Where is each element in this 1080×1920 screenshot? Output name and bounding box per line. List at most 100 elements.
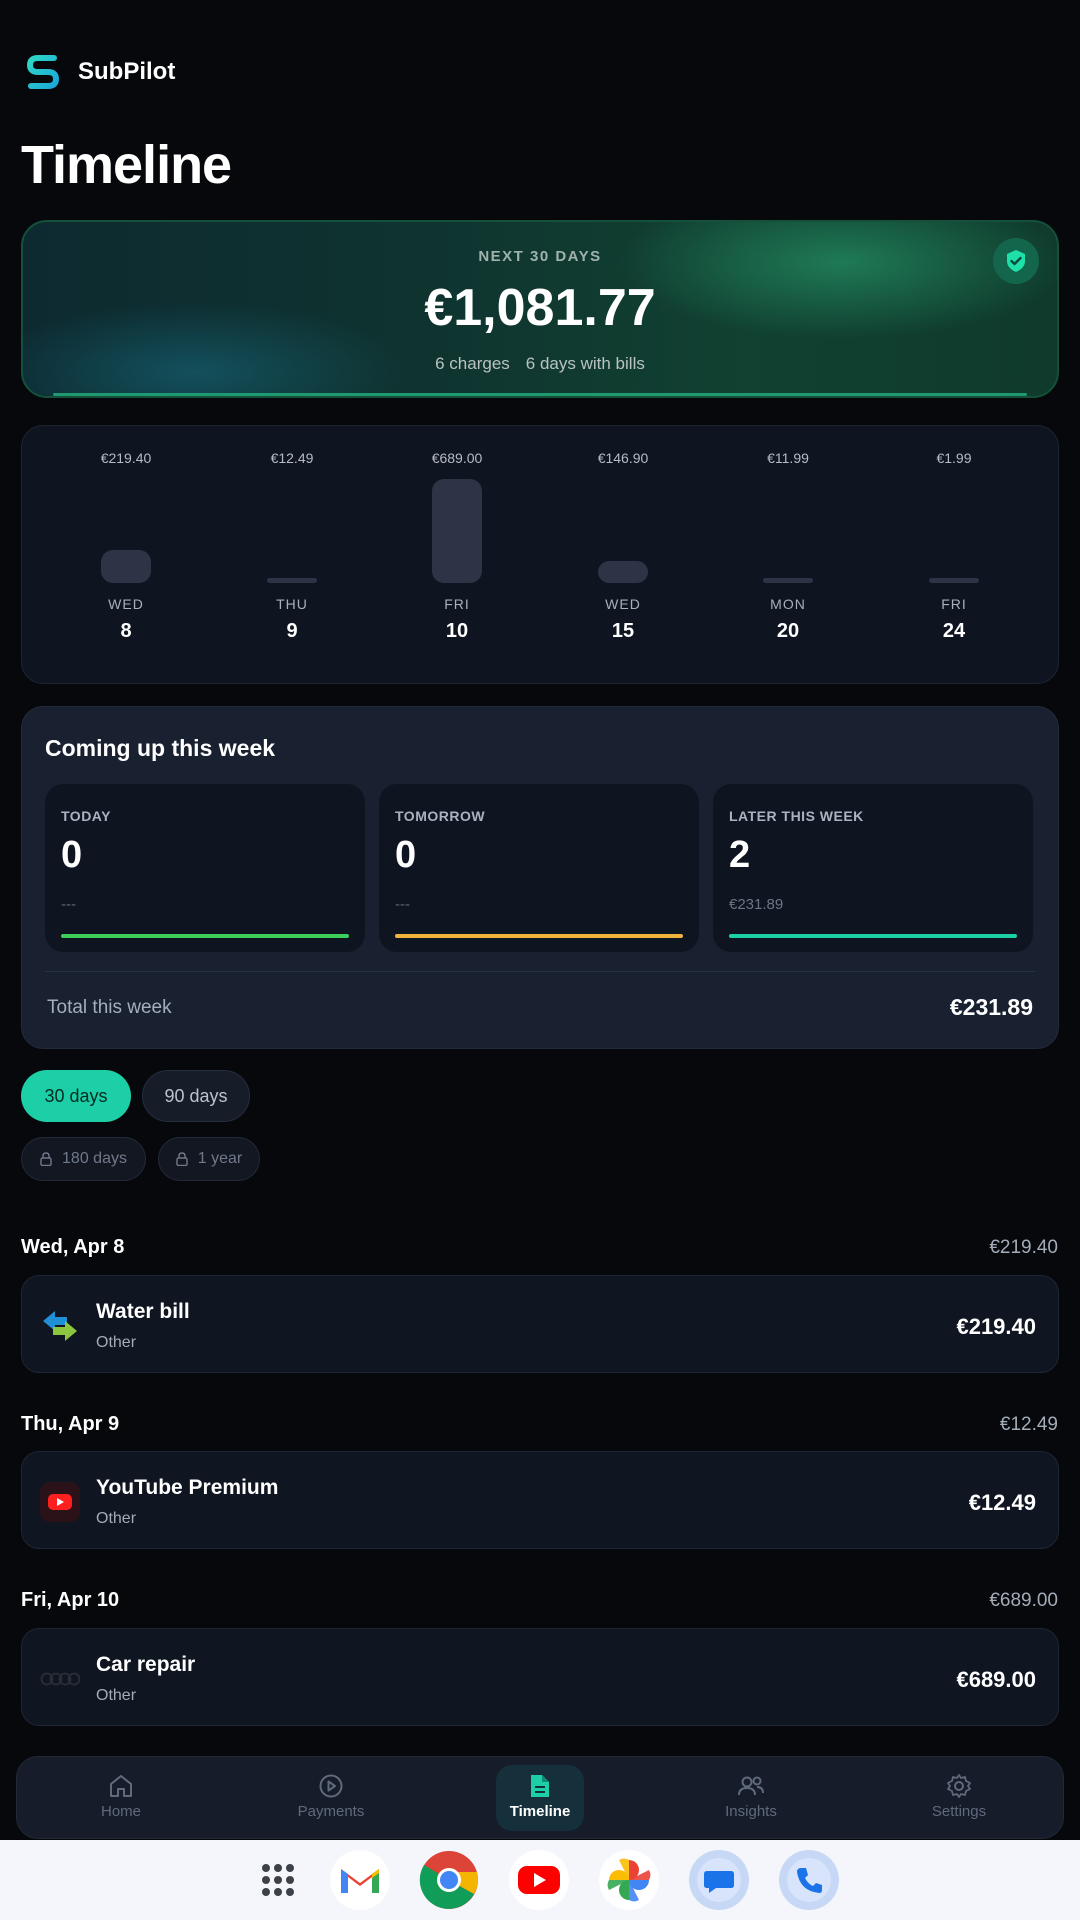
users-icon: [738, 1776, 764, 1796]
tomorrow-card[interactable]: TOMORROW 0 ---: [379, 784, 699, 952]
coming-up-this-week-card: Coming up this week TODAY 0 --- TOMORROW…: [21, 706, 1059, 1049]
chart-bar: [929, 578, 979, 583]
apps-grid-icon[interactable]: [248, 1850, 308, 1910]
summary-amount: €1,081.77: [424, 279, 656, 337]
bar-date: 9: [286, 620, 298, 642]
nav-timeline[interactable]: Timeline: [496, 1765, 584, 1831]
youtube-icon[interactable]: [509, 1850, 569, 1910]
bar-weekday: FRI: [941, 596, 967, 612]
charge-item-water-bill[interactable]: Water bill Other €219.40: [21, 1275, 1059, 1373]
water-bill-icon: [40, 1306, 80, 1346]
charge-category: Other: [96, 1510, 137, 1527]
bar-weekday: THU: [276, 596, 308, 612]
group-date: Fri, Apr 10: [21, 1589, 120, 1611]
nav-payments[interactable]: Payments: [251, 1765, 411, 1831]
lock-icon: [176, 1152, 188, 1166]
chart-column[interactable]: €12.49 THU 9: [222, 426, 362, 683]
nav-home[interactable]: Home: [41, 1765, 201, 1831]
range-90-days-label: 90 days: [164, 1085, 228, 1106]
group-total: €219.40: [989, 1237, 1058, 1258]
bar-value-label: €146.90: [597, 450, 649, 466]
bar-value-label: €1.99: [936, 450, 972, 466]
group-date: Thu, Apr 9: [21, 1413, 120, 1435]
subpilot-logo-icon: [26, 55, 60, 89]
chart-bar: [101, 549, 151, 583]
nav-settings[interactable]: Settings: [879, 1765, 1039, 1831]
bottom-navigation: Home Payments Timeline Insights Settings: [16, 1756, 1064, 1839]
range-180-days-label: 180 days: [62, 1150, 127, 1167]
bar-date: 20: [776, 620, 800, 642]
today-label: TODAY: [61, 808, 111, 824]
lock-icon: [40, 1152, 52, 1166]
chart-column[interactable]: €1.99 FRI 24: [884, 426, 1024, 683]
summary-charges: 6 charges: [435, 354, 510, 373]
bar-value-label: €12.49: [270, 450, 314, 466]
bar-value-label: €689.00: [431, 450, 483, 466]
chrome-icon[interactable]: [419, 1850, 479, 1910]
phone-icon[interactable]: [779, 1850, 839, 1910]
chart-column[interactable]: €146.90 WED 15: [553, 426, 693, 683]
charge-category: Other: [96, 1334, 137, 1351]
nav-insights[interactable]: Insights: [671, 1765, 831, 1831]
upcoming-charges-chart: €219.40 WED 8 €12.49 THU 9 €689.00 FRI 10 €146.90…: [21, 425, 1059, 684]
bar-value-label: €219.40: [100, 450, 152, 466]
nav-insights-label: Insights: [725, 1803, 777, 1820]
range-1-year-button[interactable]: 1 year: [158, 1137, 260, 1181]
group-date: Wed, Apr 8: [21, 1236, 125, 1258]
chart-column[interactable]: €219.40 WED 8: [56, 426, 196, 683]
play-circle-icon: [319, 1774, 343, 1798]
today-progress-line: [61, 934, 349, 938]
messages-icon[interactable]: [689, 1850, 749, 1910]
range-90-days-button[interactable]: 90 days: [142, 1070, 250, 1122]
chart-bar: [598, 560, 648, 583]
photos-icon[interactable]: [599, 1850, 659, 1910]
next-30-days-summary-card: NEXT 30 DAYS €1,081.77 6 charges 6 days w…: [21, 220, 1059, 398]
range-180-days-button[interactable]: 180 days: [21, 1137, 146, 1181]
shield-button[interactable]: [993, 238, 1039, 284]
later-this-week-progress-line: [729, 934, 1017, 938]
later-this-week-amount: €231.89: [729, 896, 784, 913]
document-icon: [531, 1775, 549, 1797]
total-this-week-value: €231.89: [949, 994, 1033, 1020]
app-name: SubPilot: [78, 58, 176, 85]
charge-name: Car repair: [96, 1653, 196, 1676]
gear-icon: [947, 1774, 971, 1798]
tomorrow-progress-line: [395, 934, 683, 938]
bar-date: 24: [942, 620, 966, 642]
home-icon: [110, 1775, 132, 1797]
group-total: €689.00: [989, 1590, 1058, 1611]
later-this-week-card[interactable]: LATER THIS WEEK 2 €231.89: [713, 784, 1033, 952]
tomorrow-label: TOMORROW: [395, 808, 486, 824]
bar-weekday: WED: [108, 596, 144, 612]
nav-payments-label: Payments: [297, 1803, 365, 1820]
charge-amount: €689.00: [956, 1667, 1036, 1692]
charge-item-youtube-premium[interactable]: YouTube Premium Other €12.49: [21, 1451, 1059, 1549]
charge-item-car-repair[interactable]: Car repair Other €689.00: [21, 1628, 1059, 1726]
charge-name: Water bill: [96, 1300, 190, 1323]
range-1-year-label: 1 year: [197, 1150, 243, 1167]
summary-accent-line: [53, 393, 1027, 396]
charge-category: Other: [96, 1687, 137, 1704]
chart-bar: [432, 479, 482, 583]
nav-settings-label: Settings: [931, 1803, 987, 1820]
summary-subtext: 6 charges 6 days with bills: [23, 354, 1057, 374]
chart-bar: [267, 578, 317, 583]
chart-column[interactable]: €689.00 FRI 10: [387, 426, 527, 683]
gmail-icon[interactable]: [330, 1850, 390, 1910]
nav-home-label: Home: [100, 1803, 141, 1820]
bar-weekday: FRI: [444, 596, 470, 612]
charge-name: YouTube Premium: [96, 1476, 279, 1499]
chart-column[interactable]: €11.99 MON 20: [718, 426, 858, 683]
group-total: €12.49: [999, 1414, 1058, 1435]
charge-amount: €12.49: [968, 1490, 1036, 1515]
app-header: SubPilot: [26, 52, 175, 92]
today-amount: ---: [61, 896, 76, 913]
bar-date: 8: [120, 620, 132, 642]
today-card[interactable]: TODAY 0 ---: [45, 784, 365, 952]
summary-days-with-bills: 6 days with bills: [525, 354, 645, 373]
range-30-days-button[interactable]: 30 days: [21, 1070, 131, 1122]
bar-value-label: €11.99: [767, 450, 809, 466]
youtube-icon: [40, 1482, 80, 1522]
tomorrow-count: 0: [395, 834, 417, 876]
system-dock: [0, 1840, 1080, 1920]
